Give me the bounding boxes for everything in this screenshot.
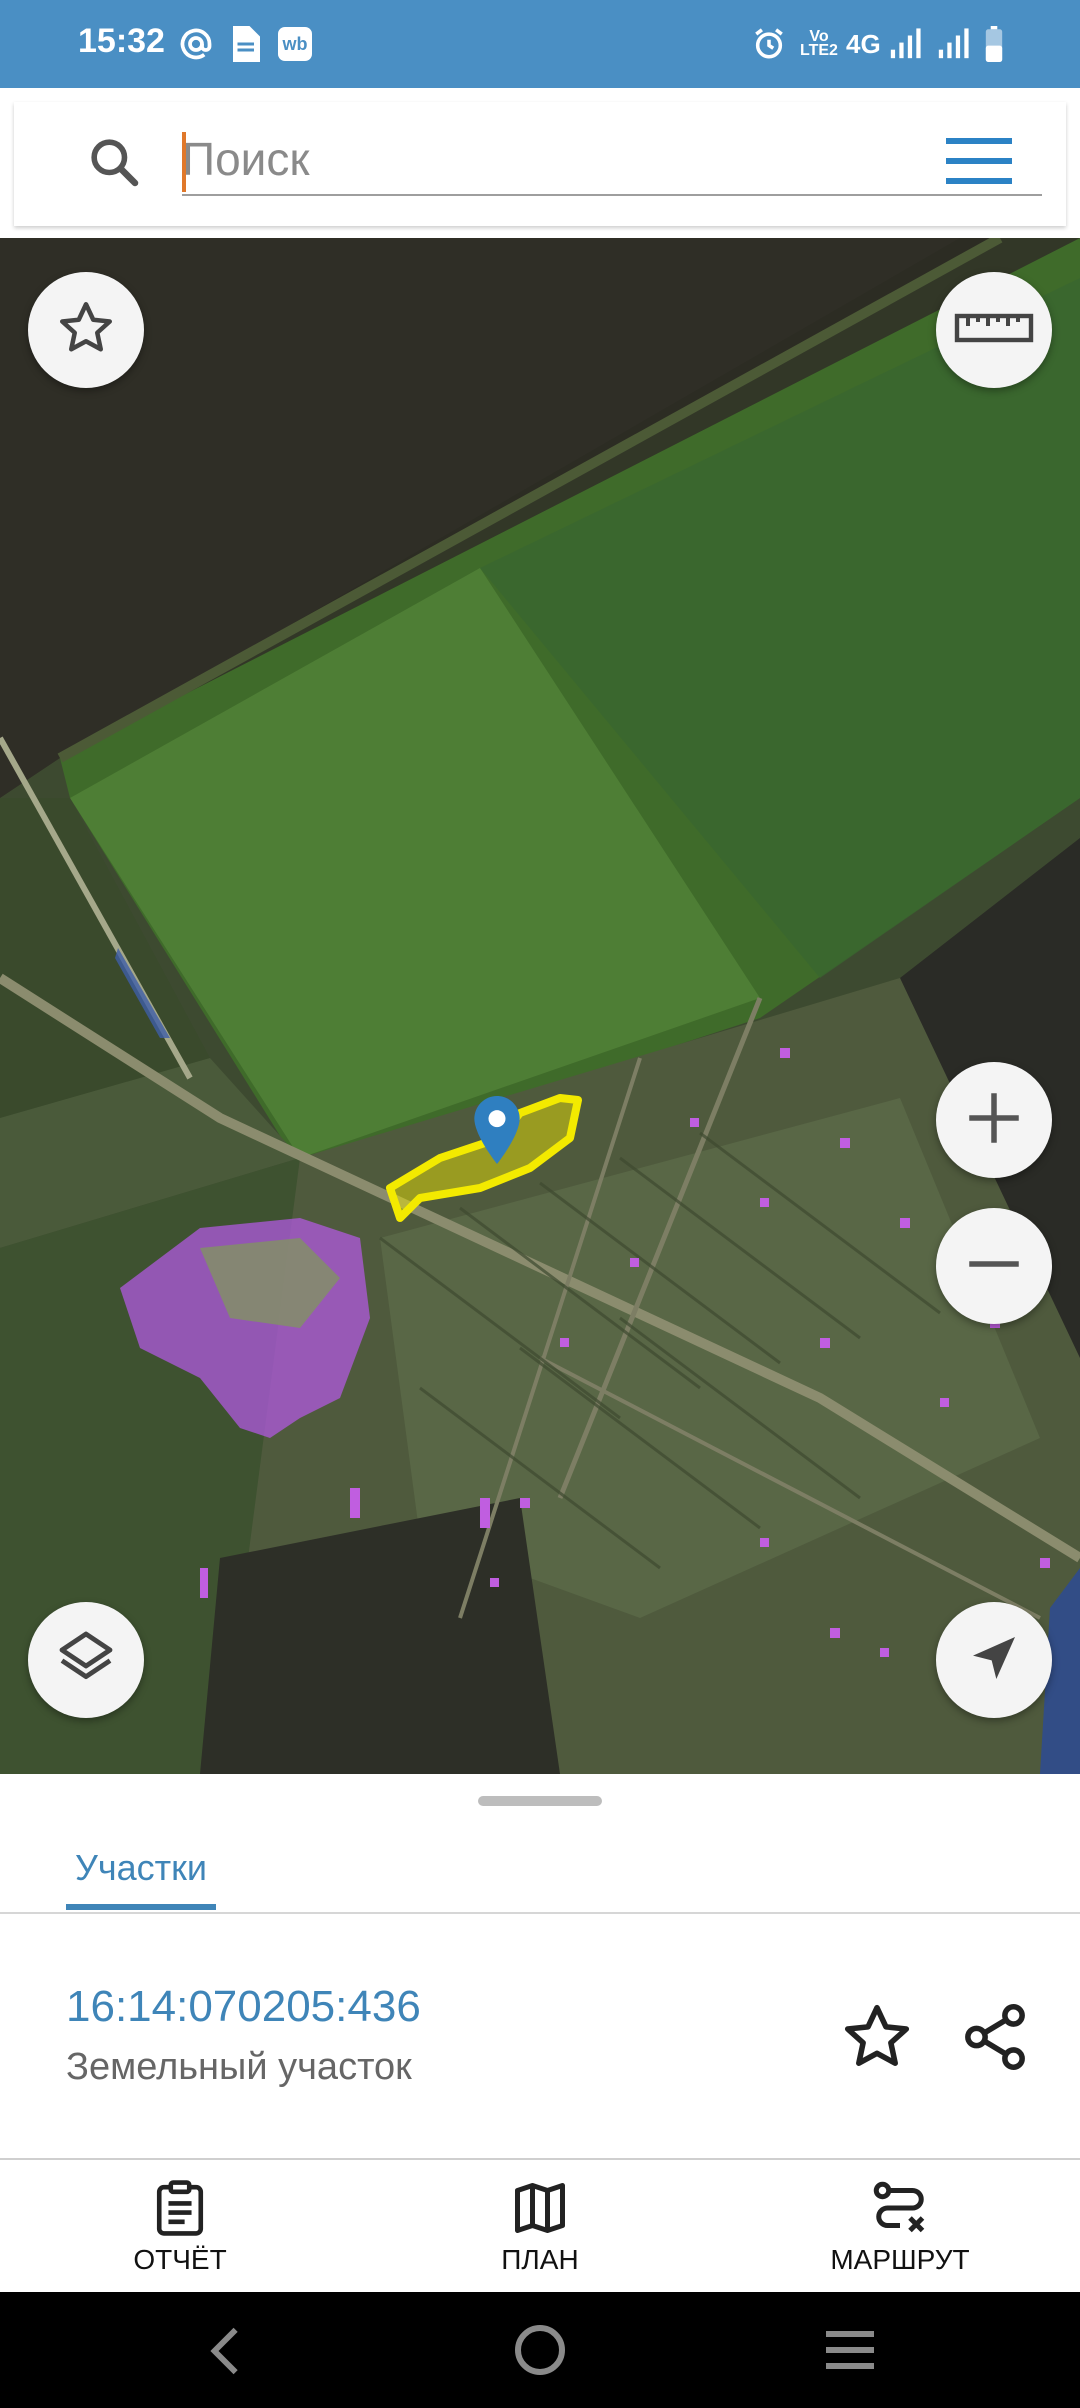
satellite-imagery	[0, 238, 1080, 1774]
status-time: 15:32	[78, 22, 165, 60]
at-icon	[178, 26, 214, 62]
map-view[interactable]	[0, 238, 1080, 1774]
recent-apps-icon[interactable]	[824, 2328, 876, 2377]
signal-icon	[936, 26, 970, 62]
star-icon	[56, 298, 116, 363]
status-bar: 15:32 wb Vo LTE2 4G	[0, 0, 1080, 88]
share-icon	[965, 2004, 1025, 2070]
layers-button[interactable]	[28, 1602, 144, 1718]
signal-icon	[888, 26, 922, 62]
volte-icon: Vo LTE2	[800, 28, 838, 59]
clipboard-icon	[156, 2180, 204, 2236]
location-marker-icon[interactable]	[474, 1096, 520, 1164]
route-icon	[873, 2181, 925, 2233]
search-input[interactable]	[182, 124, 1042, 196]
plan-button[interactable]: ПЛАН	[420, 2178, 660, 2288]
parcel-type: Земельный участок	[66, 2046, 412, 2088]
route-label: МАРШРУТ	[830, 2244, 970, 2275]
back-icon[interactable]	[206, 2326, 246, 2381]
zoom-out-icon	[961, 1231, 1027, 1302]
divider	[0, 1912, 1080, 1914]
report-label: ОТЧЁТ	[133, 2244, 227, 2275]
tab-indicator	[66, 1904, 216, 1910]
plan-label: ПЛАН	[501, 2244, 579, 2275]
tab-parcels[interactable]: Участки	[66, 1826, 216, 1910]
star-icon	[844, 2004, 910, 2066]
text-caret	[182, 132, 186, 192]
search-bar	[14, 102, 1066, 226]
favorites-button[interactable]	[28, 272, 144, 388]
route-button[interactable]: МАРШРУТ	[780, 2178, 1020, 2288]
home-icon[interactable]	[514, 2324, 566, 2381]
layers-icon	[54, 1626, 118, 1695]
parcel-cadastral-number[interactable]: 16:14:070205:436	[66, 1982, 421, 2032]
alarm-icon	[752, 26, 786, 62]
bottom-navigation: ОТЧЁТ ПЛАН МАРШРУТ	[0, 2158, 1080, 2294]
battery-icon	[984, 26, 1004, 62]
zoom-in-button[interactable]	[936, 1062, 1052, 1178]
document-icon	[230, 26, 260, 62]
parcel-sheet: Участки 16:14:070205:436 Земельный участ…	[0, 1774, 1080, 2160]
navigation-arrow-icon	[966, 1630, 1022, 1691]
system-navigation-bar	[0, 2292, 1080, 2408]
my-location-button[interactable]	[936, 1602, 1052, 1718]
sheet-drag-handle[interactable]	[478, 1796, 602, 1806]
share-button[interactable]	[958, 2000, 1032, 2074]
report-button[interactable]: ОТЧЁТ	[60, 2178, 300, 2288]
ruler-icon	[954, 308, 1034, 353]
zoom-out-button[interactable]	[936, 1208, 1052, 1324]
search-icon[interactable]	[86, 132, 142, 192]
zoom-in-icon	[961, 1085, 1027, 1156]
4g-icon: 4G	[846, 28, 881, 59]
map-icon	[515, 2183, 565, 2233]
ruler-button[interactable]	[936, 272, 1052, 388]
add-favorite-button[interactable]	[840, 2000, 914, 2074]
hamburger-menu-icon[interactable]	[946, 136, 1012, 186]
wb-app-icon: wb	[278, 26, 312, 62]
